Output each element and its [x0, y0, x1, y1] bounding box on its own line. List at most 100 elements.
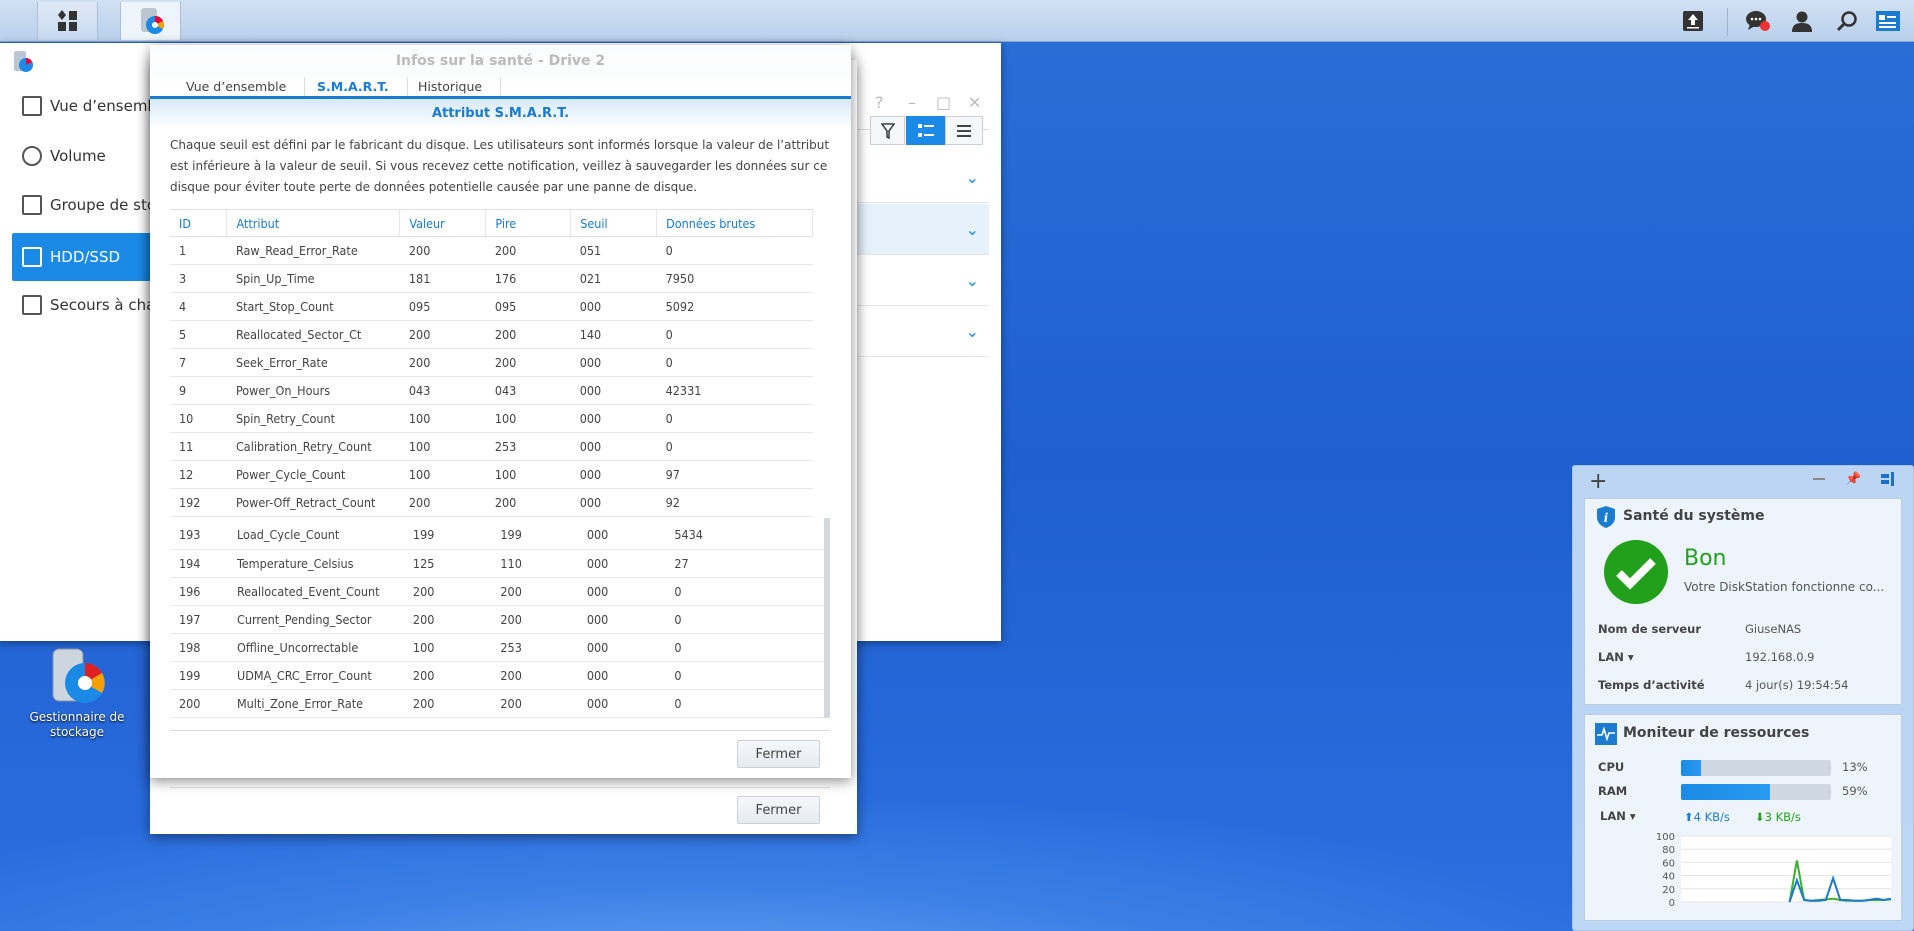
- table-row[interactable]: 1 Raw_Read_Error_Rate 200 200 051 0: [170, 236, 813, 265]
- list-icon: [957, 124, 971, 137]
- table-cell: 200: [399, 348, 486, 377]
- table-row[interactable]: 192 Power-Off_Retract_Count 200 200 000 92: [170, 488, 813, 517]
- column-header[interactable]: Seuil: [570, 209, 658, 237]
- column-header[interactable]: Attribut: [226, 209, 401, 237]
- filter-button[interactable]: [870, 116, 905, 145]
- table-cell: 0: [656, 432, 813, 461]
- table-row[interactable]: 4 Start_Stop_Count 095 095 000 5092: [170, 292, 813, 321]
- table-cell: 051: [570, 236, 657, 265]
- close-button[interactable]: Fermer: [737, 740, 820, 768]
- collapse-panel-icon[interactable]: [1881, 472, 1895, 486]
- chevron-down-icon: ⌄: [965, 219, 979, 239]
- sidebar-item-hot-spare[interactable]: Secours à chaud: [12, 281, 172, 329]
- table-cell: 10: [170, 404, 227, 433]
- tab-smart[interactable]: S.M.A.R.T.: [299, 77, 408, 96]
- sidebar-item-volume[interactable]: Volume: [12, 132, 172, 180]
- table-row[interactable]: 9 Power_On_Hours 043 043 000 42331: [170, 376, 813, 405]
- table-cell: 198: [170, 633, 228, 662]
- close-button-back[interactable]: Fermer: [737, 796, 820, 824]
- table-cell: 095: [485, 292, 571, 321]
- detail-view-button[interactable]: [906, 116, 945, 145]
- upload-queue-icon[interactable]: [1680, 8, 1706, 34]
- table-row[interactable]: 5 Reallocated_Sector_Ct 200 200 140 0: [170, 320, 813, 349]
- add-widget-icon[interactable]: +: [1589, 469, 1607, 494]
- volume-icon: [22, 146, 42, 166]
- column-header[interactable]: Données brutes: [656, 209, 813, 237]
- ram-percent: 59%: [1842, 784, 1868, 798]
- notifications-icon[interactable]: [1745, 8, 1771, 34]
- lan-dropdown[interactable]: LAN ▾: [1598, 650, 1634, 664]
- close-icon[interactable]: ✕: [968, 93, 981, 112]
- table-cell: 5092: [656, 292, 813, 321]
- table-row[interactable]: 10 Spin_Retry_Count 100 100 000 0: [170, 404, 813, 433]
- table-row[interactable]: 197 Current_Pending_Sector 200 200 000 0: [170, 605, 824, 634]
- tab-overview[interactable]: Vue d’ensemble: [168, 77, 306, 96]
- table-cell: 0: [656, 404, 813, 433]
- table-row[interactable]: 12 Power_Cycle_Count 100 100 000 97: [170, 460, 813, 489]
- table-row[interactable]: 198 Offline_Uncorrectable 100 253 000 0: [170, 633, 824, 662]
- disk-row-expand[interactable]: ⌄: [851, 152, 989, 203]
- table-cell: Temperature_Celsius: [227, 549, 404, 578]
- column-header[interactable]: Pire: [485, 209, 572, 237]
- disk-row-expand[interactable]: ⌄: [851, 204, 989, 255]
- maximize-icon[interactable]: □: [936, 93, 951, 112]
- table-cell: 200: [491, 689, 578, 718]
- table-cell: Reallocated_Sector_Ct: [226, 320, 400, 349]
- main-menu-button[interactable]: [37, 2, 98, 40]
- table-cell: 193: [170, 521, 228, 550]
- column-header[interactable]: Valeur: [399, 209, 487, 237]
- taskbar-storage-manager[interactable]: [120, 2, 181, 40]
- user-icon[interactable]: [1789, 8, 1815, 34]
- disk-row-expand[interactable]: ⌄: [851, 255, 989, 306]
- table-row[interactable]: 200 Multi_Zone_Error_Rate 200 200 000 0: [170, 689, 824, 718]
- disk-row-expand[interactable]: ⌄: [851, 306, 989, 357]
- smart-table-lower: 193 Load_Cycle_Count 199 199 000 5434 194 Tempe…: [170, 521, 824, 721]
- health-status: Bon: [1684, 546, 1727, 571]
- help-icon[interactable]: ?: [875, 93, 884, 112]
- sidebar-item-hdd-ssd[interactable]: HDD/SSD: [12, 233, 172, 281]
- table-row[interactable]: 3 Spin_Up_Time 181 176 021 7950: [170, 264, 813, 293]
- chevron-down-icon: ⌄: [965, 167, 979, 187]
- health-status-text: Votre DiskStation fonctionne co...: [1684, 580, 1885, 594]
- table-cell: 200: [399, 320, 486, 349]
- cpu-percent: 13%: [1842, 760, 1868, 774]
- table-cell: 253: [485, 432, 571, 461]
- minimize-icon[interactable]: –: [908, 93, 916, 112]
- table-cell: 021: [570, 264, 657, 293]
- table-cell: 199: [403, 521, 492, 550]
- scrollbar[interactable]: [824, 518, 830, 718]
- info-shield-icon: i: [1597, 506, 1615, 528]
- table-row[interactable]: 193 Load_Cycle_Count 199 199 000 5434: [170, 521, 824, 550]
- pin-icon[interactable]: 📌: [1845, 472, 1861, 487]
- table-row[interactable]: 196 Reallocated_Event_Count 200 200 000 0: [170, 577, 824, 606]
- table-row[interactable]: 194 Temperature_Celsius 125 110 000 27: [170, 549, 824, 578]
- desktop-icon-storage-manager[interactable]: Gestionnaire de stockage: [20, 645, 134, 740]
- table-cell: 000: [577, 689, 666, 718]
- minimize-icon[interactable]: [1813, 478, 1825, 480]
- search-icon[interactable]: [1834, 8, 1860, 34]
- widgets-icon[interactable]: [1875, 8, 1901, 34]
- table-cell: 140: [570, 320, 657, 349]
- table-cell: 000: [570, 460, 657, 489]
- lan-dropdown[interactable]: LAN ▾: [1600, 809, 1636, 823]
- list-view-button[interactable]: [945, 116, 983, 145]
- table-cell: 000: [570, 488, 657, 517]
- widget-panel: + 📌 i Santé du système Bon Votre DiskSta…: [1572, 465, 1914, 931]
- tab-history[interactable]: Historique: [400, 77, 502, 96]
- sidebar-item-overview[interactable]: Vue d’ensemble: [12, 82, 172, 130]
- filter-icon: [880, 122, 895, 139]
- table-row[interactable]: 199 UDMA_CRC_Error_Count 200 200 000 0: [170, 661, 824, 690]
- table-cell: Start_Stop_Count: [226, 292, 400, 321]
- y-tick-label: 0: [1669, 898, 1675, 909]
- table-cell: 196: [170, 577, 228, 606]
- divider: [170, 730, 830, 731]
- check-circle-icon: [1604, 540, 1668, 604]
- table-row[interactable]: 7 Seek_Error_Rate 200 200 000 0: [170, 348, 813, 377]
- table-cell: 97: [656, 460, 813, 489]
- table-row[interactable]: 11 Calibration_Retry_Count 100 253 000 0: [170, 432, 813, 461]
- table-cell: 181: [399, 264, 486, 293]
- detail-list-icon: [917, 123, 934, 137]
- table-cell: 095: [399, 292, 486, 321]
- sidebar-item-storage-pool[interactable]: Groupe de stockage: [12, 181, 172, 229]
- column-header[interactable]: ID: [170, 209, 228, 237]
